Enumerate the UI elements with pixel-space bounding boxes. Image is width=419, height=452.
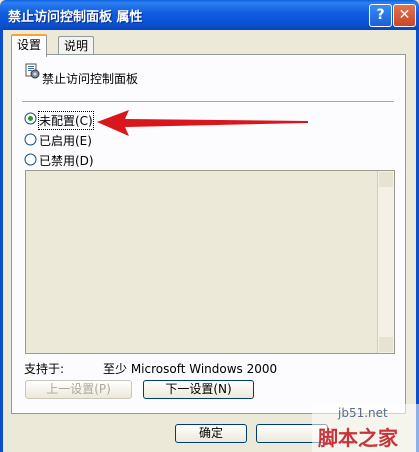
scrollbar[interactable] [377, 171, 394, 353]
next-setting-button[interactable]: 下一设置(N) [143, 380, 254, 399]
watermark-brand: 脚本之家 [318, 426, 398, 450]
scroll-down-button[interactable] [379, 337, 393, 352]
prev-setting-button[interactable]: 上一设置(P) [25, 380, 132, 399]
radio-disabled[interactable] [24, 153, 37, 166]
ok-button[interactable]: 确定 [175, 424, 247, 443]
radio-enabled[interactable] [24, 133, 37, 146]
window-title: 禁止访问控制面板 属性 [8, 10, 143, 25]
tab-explain[interactable]: 说明 [58, 36, 95, 55]
scroll-up-button[interactable] [379, 172, 393, 187]
comment-box[interactable] [25, 170, 395, 354]
title-bar[interactable]: 禁止访问控制面板 属性 ? ✕ [0, 0, 419, 30]
radio-label-disabled[interactable]: 已禁用(D) [39, 152, 94, 169]
policy-name: 禁止访问控制面板 [42, 72, 139, 86]
radio-label-not-configured[interactable]: 未配置(C) [38, 111, 94, 130]
policy-icon [25, 63, 40, 79]
close-button[interactable]: ✕ [393, 4, 416, 27]
support-value: 至少 Microsoft Windows 2000 [103, 362, 278, 376]
red-arrow-icon [97, 110, 308, 136]
radio-not-configured[interactable] [24, 112, 37, 125]
support-label: 支持于: [24, 362, 65, 376]
tab-settings[interactable]: 设置 [11, 34, 48, 57]
radio-label-enabled[interactable]: 已启用(E) [39, 132, 92, 149]
watermark-site: jb51.net [338, 406, 388, 420]
divider [22, 101, 394, 102]
help-button[interactable]: ? [369, 4, 392, 27]
